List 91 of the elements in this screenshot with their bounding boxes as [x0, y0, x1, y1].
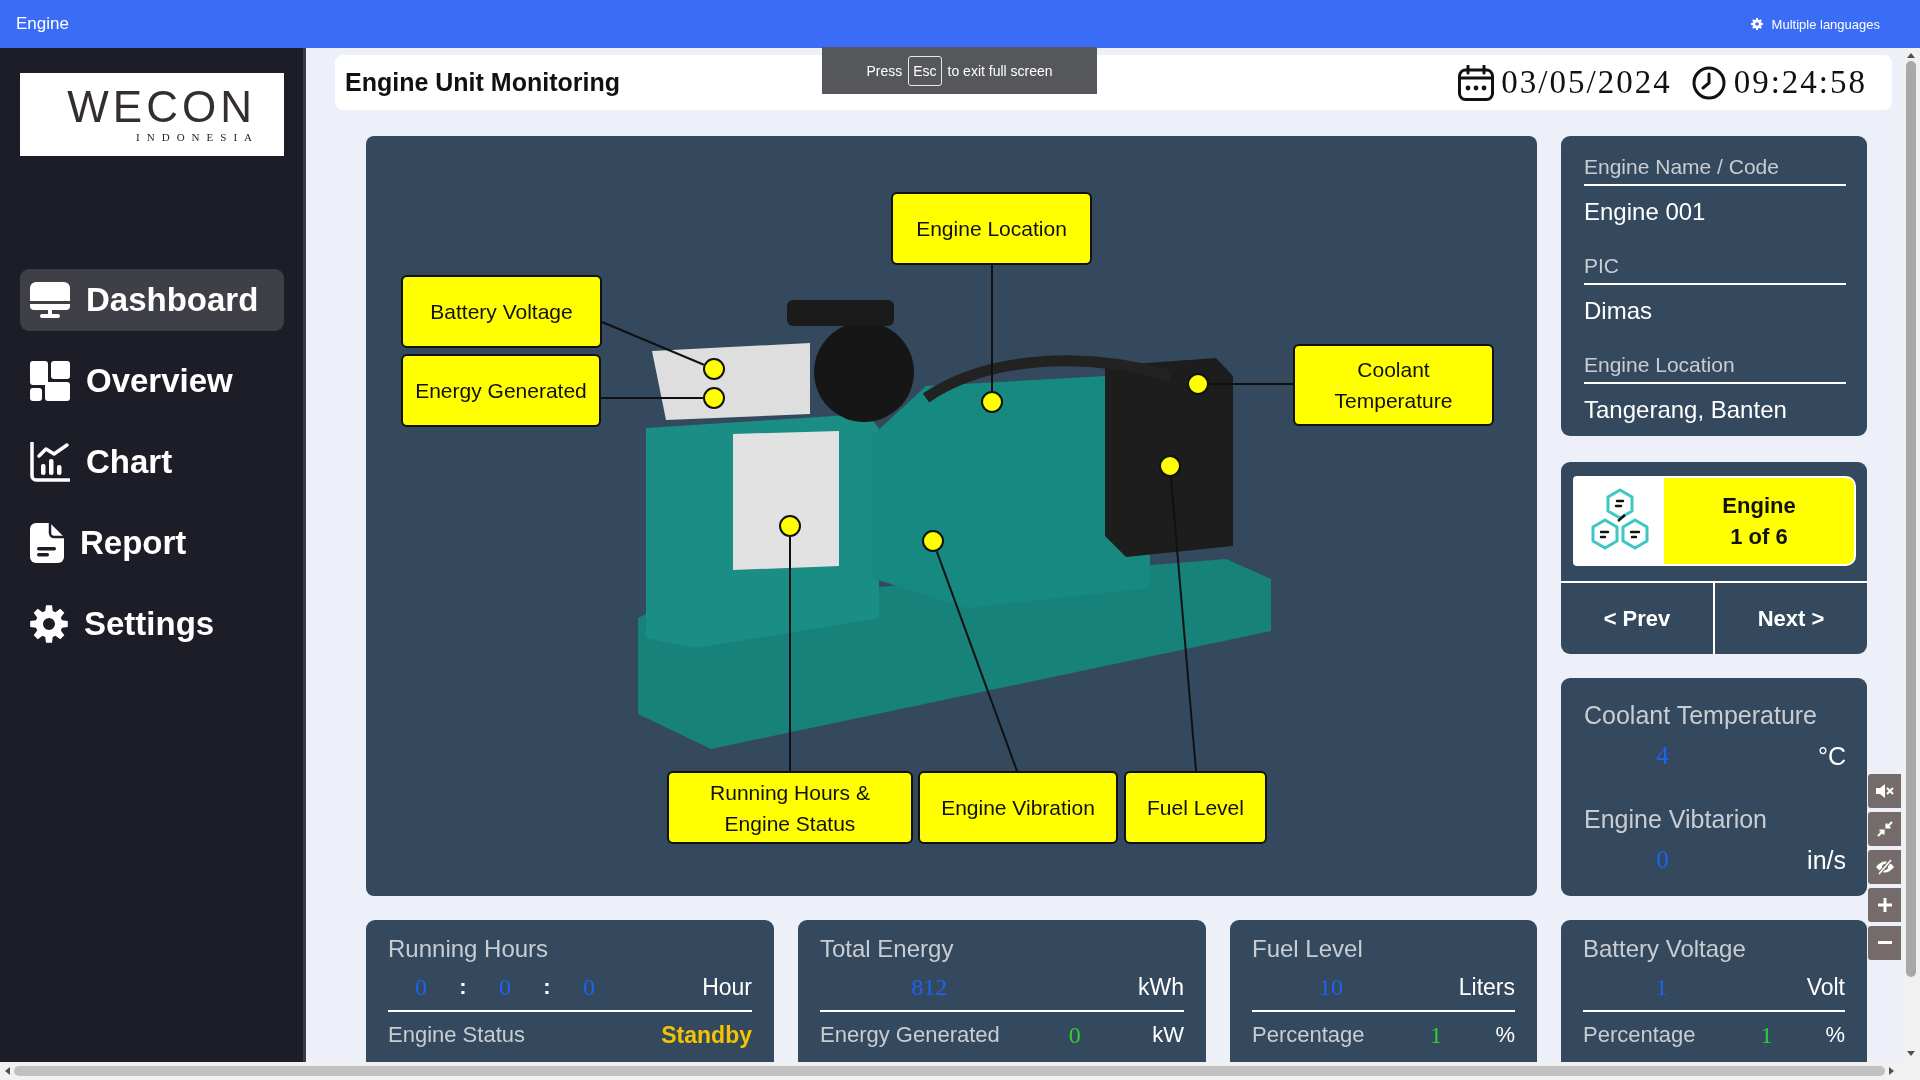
detail-unit: kW — [1151, 1022, 1184, 1048]
nav-item[interactable]: Report — [20, 512, 284, 574]
scrollbar-thumb[interactable] — [14, 1066, 1885, 1076]
reading-value: 0 — [414, 973, 428, 1001]
scroll-right-arrow-icon[interactable] — [1889, 1067, 1894, 1075]
prev-button[interactable]: < Prev — [1561, 583, 1715, 654]
scroll-down-arrow-icon[interactable] — [1907, 1051, 1915, 1056]
detail-label: Engine Status — [388, 1022, 526, 1048]
horizontal-scrollbar[interactable] — [0, 1062, 1920, 1080]
tool-button[interactable] — [1868, 888, 1901, 922]
reading-label: Coolant Temperature — [1584, 700, 1818, 730]
reading-unit: Hour — [701, 973, 752, 1001]
callout-label: Battery Voltage — [401, 275, 602, 348]
separator-text: : — [542, 973, 552, 1001]
detail-unit: % — [1824, 1022, 1845, 1048]
clock-icon — [1691, 65, 1726, 100]
reading-unit: Volt — [1805, 973, 1845, 1001]
tool-button[interactable] — [1868, 774, 1901, 808]
notice-text: to exit full screen — [947, 62, 1053, 79]
field-label: PIC — [1584, 253, 1846, 285]
detail-label: Percentage — [1252, 1022, 1366, 1048]
vertical-scrollbar[interactable] — [1902, 48, 1920, 1062]
settings-icon — [30, 605, 68, 643]
tool-button[interactable] — [1868, 926, 1901, 960]
callout-label: Fuel Level — [1124, 771, 1267, 844]
field-label: Engine Location — [1584, 352, 1846, 384]
notice-text: Press — [866, 62, 903, 79]
date-text: 03/05/2024 — [1501, 64, 1672, 101]
minus-icon — [1877, 941, 1892, 945]
reading-unit: kWh — [1137, 973, 1184, 1001]
callout-label: Engine Location — [891, 192, 1092, 265]
logo-subtitle: INDONESIA — [136, 130, 259, 143]
document-icon — [30, 523, 64, 563]
next-button[interactable]: Next > — [1715, 583, 1867, 654]
nav-item[interactable]: Overview — [20, 350, 284, 412]
tool-button[interactable] — [1868, 850, 1901, 884]
nav-item[interactable]: Settings — [20, 593, 284, 655]
compress-icon — [1876, 821, 1893, 837]
reading-unit: °C — [1816, 741, 1846, 771]
plus-icon — [1877, 898, 1892, 912]
engine-title: Engine — [1722, 492, 1796, 520]
time-text: 09:24:58 — [1733, 64, 1867, 101]
chart-icon — [30, 442, 70, 482]
reading-value: 4 — [1655, 742, 1670, 770]
reading-value: 0 — [498, 973, 512, 1001]
key-cap: Esc — [908, 55, 942, 86]
gear-icon — [1750, 18, 1763, 30]
nav-item[interactable]: Dashboard — [20, 269, 284, 331]
calendar-icon — [1458, 64, 1495, 101]
logo-text: WECON — [67, 86, 256, 127]
scrollbar-thumb[interactable] — [1906, 61, 1916, 977]
reading-value: 0 — [582, 973, 596, 1001]
grid-icon — [30, 361, 70, 401]
reading-unit: in/s — [1806, 845, 1846, 875]
reading-value: 812 — [911, 973, 948, 1000]
separator-text: : — [458, 973, 468, 1001]
callout-label: Engine Vibration — [918, 771, 1118, 844]
nav-item[interactable]: Chart — [20, 431, 284, 493]
monitor-icon — [30, 282, 70, 318]
status-text: Standby — [661, 1021, 752, 1049]
callout-label: Energy Generated — [401, 354, 601, 427]
detail-value: 0 — [1067, 1021, 1082, 1049]
detail-value: 1 — [1429, 1021, 1444, 1049]
callout-label: Coolant Temperature — [1293, 344, 1494, 426]
card-title: Total Energy — [820, 934, 955, 964]
detail-value: 1 — [1759, 1021, 1774, 1049]
mute-icon — [1875, 784, 1894, 798]
reading-value: 1 — [1655, 973, 1668, 1000]
reading-value: 0 — [1655, 846, 1670, 874]
callout-label: Running Hours & Engine Status — [667, 771, 913, 844]
reading-unit: Liters — [1457, 973, 1515, 1001]
reading-value: 10 — [1318, 973, 1343, 1000]
scroll-left-arrow-icon[interactable] — [5, 1067, 10, 1075]
field-value: Dimas — [1584, 296, 1653, 326]
reading-label: Engine Vibtarion — [1584, 804, 1768, 834]
card-title: Running Hours — [388, 934, 550, 964]
language-button[interactable]: Multiple languages — [1748, 12, 1882, 36]
card-title: Battery Voltage — [1583, 934, 1747, 964]
page-title: Engine Unit Monitoring — [345, 68, 620, 97]
tool-button[interactable] — [1868, 812, 1901, 846]
detail-label: Percentage — [1583, 1022, 1697, 1048]
window-title: Engine — [16, 14, 69, 34]
eye-slash-icon — [1874, 859, 1895, 875]
scroll-up-arrow-icon[interactable] — [1907, 53, 1915, 58]
detail-label: Energy Generated — [820, 1022, 1001, 1048]
card-title: Fuel Level — [1252, 934, 1364, 964]
detail-unit: % — [1494, 1022, 1515, 1048]
field-value: Tangerang, Banten — [1584, 395, 1788, 425]
field-value: Engine 001 — [1584, 197, 1707, 227]
field-label: Engine Name / Code — [1584, 154, 1846, 186]
engine-count: 1 of 6 — [1730, 523, 1788, 551]
